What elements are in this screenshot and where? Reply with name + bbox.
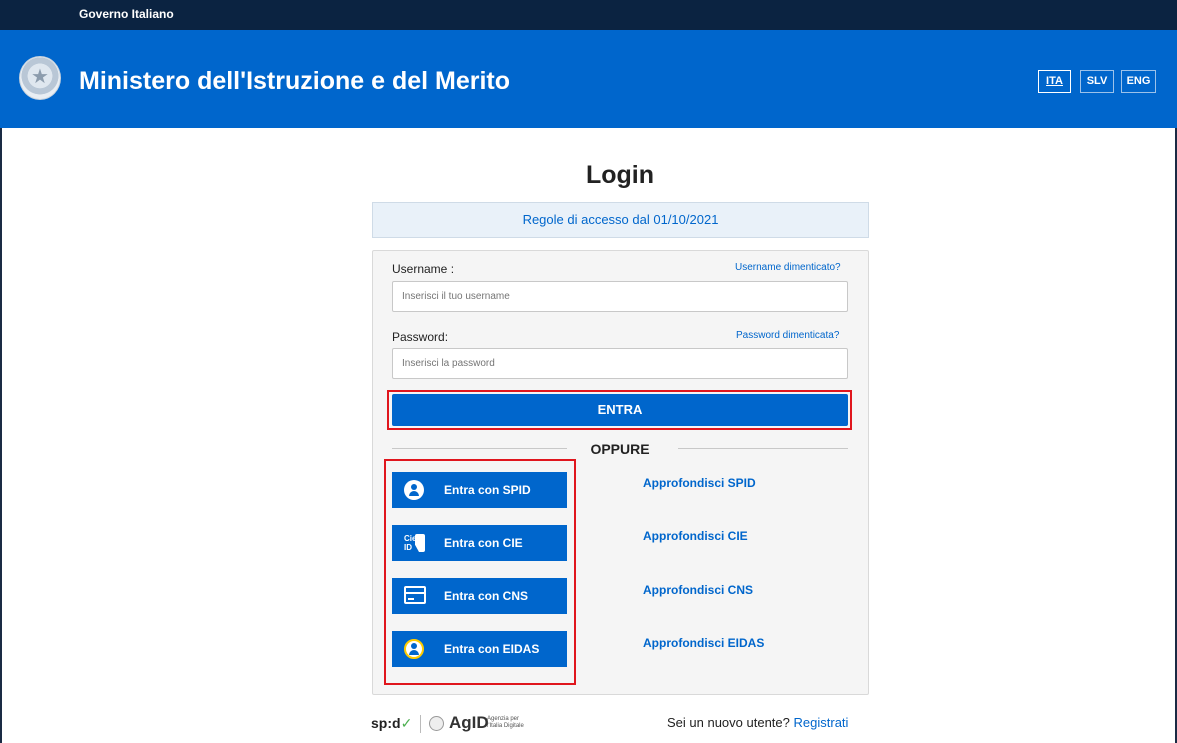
cie-login-label: Entra con CIE	[444, 536, 523, 550]
username-input[interactable]	[392, 281, 848, 312]
divider-right	[678, 448, 848, 449]
spid-logo[interactable]: sp:d✓	[371, 715, 412, 732]
language-eng-button[interactable]: ENG	[1121, 70, 1156, 93]
eidas-login-button[interactable]: Entra con EIDAS	[392, 631, 567, 667]
divider-left	[392, 448, 567, 449]
username-label: Username :	[392, 262, 455, 276]
spid-login-label: Entra con SPID	[444, 483, 531, 497]
agid-tagline: Agenzia per l'Italia Digitale	[487, 716, 524, 729]
cns-login-button[interactable]: Entra con CNS	[392, 578, 567, 614]
agid-emblem-icon	[429, 716, 444, 731]
password-label: Password:	[392, 330, 449, 344]
repubblica-emblem-icon[interactable]	[19, 56, 61, 100]
access-rules-link[interactable]: Regole di accesso dal 01/10/2021	[372, 202, 869, 238]
agid-logo[interactable]: AgID	[449, 713, 489, 733]
person-icon	[404, 480, 424, 500]
register-link[interactable]: Registrati	[794, 715, 849, 730]
entra-button[interactable]: ENTRA	[392, 394, 848, 426]
page-title: Login	[585, 161, 655, 189]
new-user-prompt: Sei un nuovo utente? Registrati	[667, 715, 849, 730]
forgot-username-link[interactable]: Username dimenticato?	[735, 262, 841, 273]
learn-cns-link[interactable]: Approfondisci CNS	[643, 583, 753, 597]
learn-spid-link[interactable]: Approfondisci SPID	[643, 476, 756, 490]
eidas-icon	[404, 639, 424, 659]
learn-eidas-link[interactable]: Approfondisci EIDAS	[643, 636, 764, 650]
learn-cie-link[interactable]: Approfondisci CIE	[643, 529, 748, 543]
spid-login-button[interactable]: Entra con SPID	[392, 472, 567, 508]
government-label[interactable]: Governo Italiano	[79, 7, 174, 21]
government-bar: Governo Italiano	[0, 0, 1177, 30]
language-slv-button[interactable]: SLV	[1080, 70, 1114, 93]
or-label: OPPURE	[590, 441, 650, 457]
password-input[interactable]	[392, 348, 848, 379]
site-header: Ministero dell'Istruzione e del Merito I…	[0, 30, 1177, 128]
language-ita-button[interactable]: ITA	[1038, 70, 1071, 93]
logo-separator	[420, 715, 421, 733]
ministry-title[interactable]: Ministero dell'Istruzione e del Merito	[79, 67, 510, 96]
forgot-password-link[interactable]: Password dimenticata?	[736, 330, 839, 341]
credit-card-icon	[404, 586, 426, 604]
eidas-login-label: Entra con EIDAS	[444, 642, 540, 656]
cie-login-button[interactable]: Cie ID Entra con CIE	[392, 525, 567, 561]
cns-login-label: Entra con CNS	[444, 589, 529, 603]
cie-card-icon: Cie ID	[404, 534, 426, 554]
